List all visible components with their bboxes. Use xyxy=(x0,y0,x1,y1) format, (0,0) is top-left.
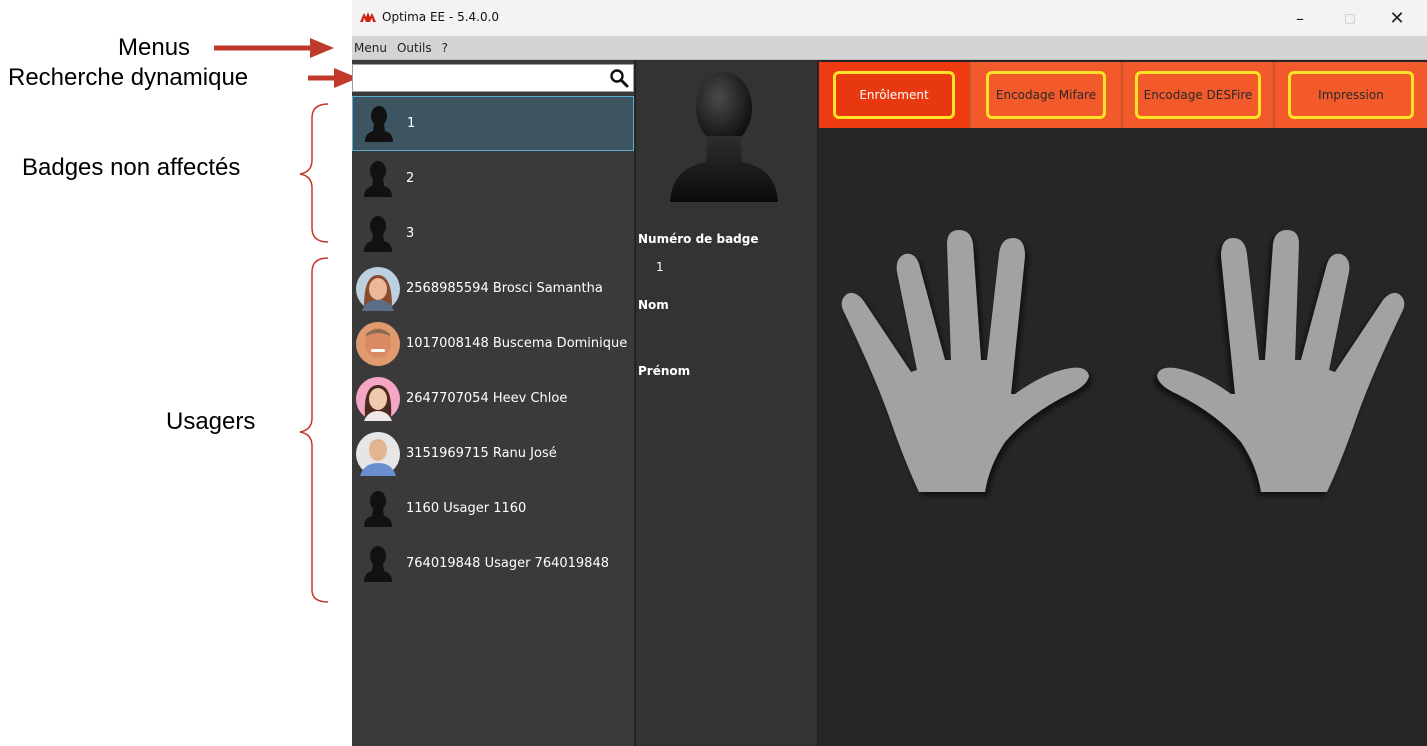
maximize-button[interactable]: □ xyxy=(1327,4,1373,32)
tab-encodage-desfire-label: Encodage DESFire xyxy=(1135,71,1261,119)
user-photo-icon xyxy=(356,266,400,311)
hands-diagram xyxy=(841,230,1405,492)
avatar xyxy=(356,266,400,311)
brace-badges-icon xyxy=(299,103,329,243)
menu-bar: Menu Outils ? xyxy=(352,36,1427,60)
minimize-button[interactable]: – xyxy=(1277,4,1323,32)
silhouette-icon xyxy=(364,160,392,197)
avatar xyxy=(356,487,400,531)
list-item[interactable]: 3151969715 Ranu José xyxy=(352,426,634,481)
list-item-label: 764019848 Usager 764019848 xyxy=(406,556,609,571)
tab-enrolement[interactable]: Enrôlement xyxy=(819,62,971,128)
tab-encodage-desfire[interactable]: Encodage DESFire xyxy=(1123,62,1275,128)
list-item[interactable]: 2647707054 Heev Chloe xyxy=(352,371,634,426)
brace-usagers-icon xyxy=(299,257,329,603)
profile-silhouette-icon xyxy=(670,72,778,202)
avatar xyxy=(356,376,400,421)
list-item-label: 3151969715 Ranu José xyxy=(406,446,557,461)
search-input[interactable] xyxy=(355,67,601,89)
silhouette-icon xyxy=(364,545,392,582)
avatar xyxy=(356,321,400,366)
avatar xyxy=(356,157,400,201)
annotation-arrows xyxy=(214,38,360,603)
prenom-label: Prénom xyxy=(638,364,691,378)
user-photo-icon xyxy=(356,321,400,366)
list-item-label: 1017008148 Buscema Dominique xyxy=(406,336,628,351)
list-item[interactable]: 2 xyxy=(352,151,634,206)
search-box xyxy=(352,64,634,92)
function-panel: Enrôlement Encodage Mifare Encodage DESF… xyxy=(819,60,1427,746)
list-item-label: 1160 Usager 1160 xyxy=(406,501,527,516)
detail-panel: Numéro de badge 1 Nom Prénom xyxy=(635,60,818,746)
annotation-usagers: Usagers xyxy=(166,408,256,435)
silhouette-icon xyxy=(365,105,393,142)
app-window: Optima EE - 5.4.0.0 – □ ✕ Menu Outils ? xyxy=(352,0,1427,746)
list-item[interactable]: 1017008148 Buscema Dominique xyxy=(352,316,634,371)
user-list-panel: 1 2 3 2568985594 Brosci Samantha 1017008… xyxy=(352,60,634,746)
list-item[interactable]: 764019848 Usager 764019848 xyxy=(352,536,634,591)
user-photo-icon xyxy=(356,376,400,421)
tab-encodage-mifare[interactable]: Encodage Mifare xyxy=(971,62,1123,128)
avatar xyxy=(356,431,400,476)
list-item[interactable]: 1160 Usager 1160 xyxy=(352,481,634,536)
tab-bar: Enrôlement Encodage Mifare Encodage DESF… xyxy=(819,62,1427,128)
list-item-label: 2568985594 Brosci Samantha xyxy=(406,281,603,296)
avatar xyxy=(357,102,401,146)
window-title: Optima EE - 5.4.0.0 xyxy=(382,10,500,24)
silhouette-icon xyxy=(364,490,392,527)
list-item[interactable]: 1 xyxy=(352,96,634,151)
avatar xyxy=(356,542,400,586)
close-button[interactable]: ✕ xyxy=(1374,4,1420,32)
menu-item-help[interactable]: ? xyxy=(442,41,448,55)
list-item-label: 2647707054 Heev Chloe xyxy=(406,391,568,406)
user-photo-icon xyxy=(356,431,400,476)
tab-enrolement-label: Enrôlement xyxy=(833,71,955,119)
arrow-menus-icon xyxy=(214,38,334,58)
list-item[interactable]: 3 xyxy=(352,206,634,261)
badge-number-value: 1 xyxy=(656,260,664,274)
search-icon[interactable] xyxy=(609,68,629,88)
annotation-badges: Badges non affectés xyxy=(22,154,241,181)
list-item-label: 3 xyxy=(406,226,415,241)
tab-impression-label: Impression xyxy=(1288,71,1414,119)
avatar xyxy=(356,212,400,256)
list-item-label: 2 xyxy=(406,171,415,186)
nom-label: Nom xyxy=(638,298,669,312)
silhouette-icon xyxy=(364,215,392,252)
tab-encodage-mifare-label: Encodage Mifare xyxy=(986,71,1106,119)
right-hand-icon[interactable] xyxy=(1157,230,1405,492)
title-bar: Optima EE - 5.4.0.0 – □ ✕ xyxy=(352,0,1427,36)
list-item-label: 1 xyxy=(407,116,416,131)
screenshot-root: Menus Recherche dynamique Badges non aff… xyxy=(0,0,1427,746)
left-hand-icon[interactable] xyxy=(841,230,1089,492)
menu-item-outils[interactable]: Outils xyxy=(397,41,432,55)
tab-impression[interactable]: Impression xyxy=(1275,62,1427,128)
app-logo-icon xyxy=(360,12,376,22)
user-list: 1 2 3 2568985594 Brosci Samantha 1017008… xyxy=(352,96,634,591)
menu-item-menu[interactable]: Menu xyxy=(354,41,387,55)
list-item[interactable]: 2568985594 Brosci Samantha xyxy=(352,261,634,316)
annotation-recherche: Recherche dynamique xyxy=(8,64,249,91)
annotation-menus: Menus xyxy=(118,34,191,61)
badge-number-label: Numéro de badge xyxy=(638,232,759,246)
